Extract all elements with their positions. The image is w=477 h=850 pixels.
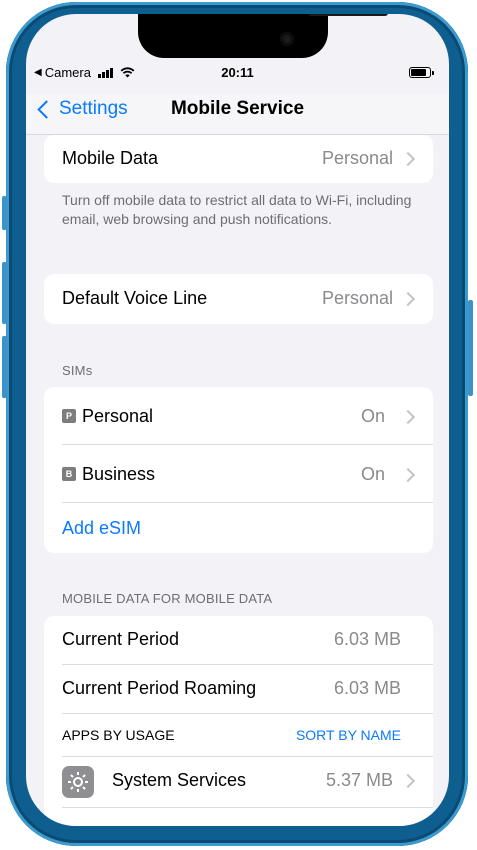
default-voice-group: Default Voice Line Personal — [44, 274, 433, 324]
sim-status: On — [360, 406, 385, 426]
nav-bar: Settings Mobile Service — [26, 94, 449, 135]
chevron-right-icon — [400, 773, 416, 789]
chevron-right-icon — [400, 409, 416, 425]
default-voice-row[interactable]: Default Voice Line Personal — [44, 274, 433, 324]
clock: 20:11 — [221, 65, 254, 80]
usage-header: MOBILE DATA FOR MOBILE DATA — [62, 591, 273, 606]
current-period-label: Current Period — [62, 629, 180, 649]
app-usage-value: 5.37 MB — [325, 770, 393, 790]
current-period-value: 6.03 MB — [333, 629, 401, 649]
screen: ◀ Camera 20:11 Settings Mobile Service M… — [26, 14, 449, 826]
app-label: System Services — [112, 770, 247, 790]
volume-down-button — [2, 336, 7, 398]
mobile-data-label: Mobile Data — [62, 148, 159, 168]
default-voice-value: Personal — [321, 288, 393, 308]
usage-group: Current Period 6.03 MB Current Period Ro… — [44, 616, 433, 826]
sims-header: SIMs — [62, 363, 93, 378]
sim-badge-icon: P — [62, 409, 76, 423]
sims-group: P Personal On B Business On Add eSIM — [44, 387, 433, 553]
app-row-system-services[interactable]: System Services 5.37 MB — [44, 757, 433, 807]
apps-by-usage-label: APPS BY USAGE — [62, 727, 175, 743]
status-bar: ◀ Camera 20:11 — [26, 64, 449, 84]
current-roaming-label: Current Period Roaming — [62, 678, 257, 698]
current-roaming-row: Current Period Roaming 6.03 MB — [44, 665, 433, 713]
divider — [62, 807, 433, 808]
page-title: Mobile Service — [170, 98, 305, 119]
gear-icon — [62, 766, 94, 798]
sim-row-business[interactable]: B Business On — [44, 445, 433, 502]
sim-status: On — [360, 464, 385, 484]
power-button — [468, 300, 473, 396]
sim-label: Business — [82, 464, 156, 484]
add-esim-button[interactable]: Add eSIM — [62, 518, 141, 539]
current-period-row: Current Period 6.03 MB — [44, 616, 433, 664]
mobile-data-footer: Turn off mobile data to restrict all dat… — [62, 192, 412, 227]
current-roaming-value: 6.03 MB — [333, 678, 401, 698]
mobile-data-group: Mobile Data Personal — [44, 135, 433, 183]
battery-icon — [409, 67, 434, 78]
divider — [62, 502, 433, 503]
default-voice-label: Default Voice Line — [62, 288, 208, 308]
front-camera — [280, 32, 294, 46]
apps-header-row: APPS BY USAGE SORT BY NAME — [44, 714, 433, 756]
chevron-right-icon — [400, 467, 416, 483]
sim-badge-icon: B — [62, 467, 76, 481]
notch — [138, 14, 388, 58]
sim-row-personal[interactable]: P Personal On — [44, 387, 433, 444]
mobile-data-row[interactable]: Mobile Data Personal — [44, 135, 433, 183]
chevron-right-icon — [400, 291, 416, 307]
chevron-right-icon — [400, 151, 416, 167]
sort-by-name-button[interactable]: SORT BY NAME — [296, 727, 401, 743]
volume-up-button — [2, 262, 7, 324]
silent-switch — [2, 196, 7, 230]
mobile-data-value: Personal — [321, 148, 393, 168]
sim-label: Personal — [82, 406, 154, 426]
speaker — [308, 14, 388, 16]
